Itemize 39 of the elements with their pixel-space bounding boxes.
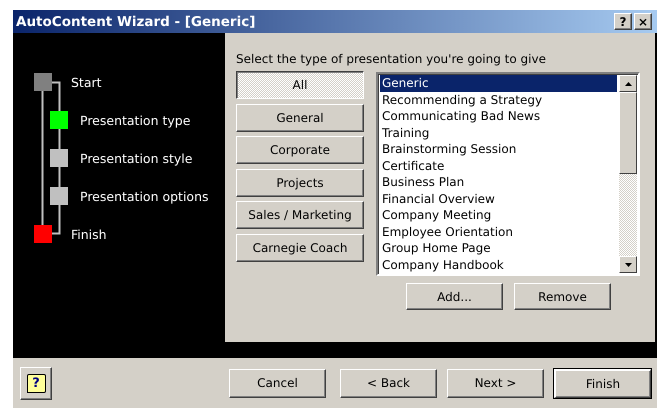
step-label: Presentation style [80,150,192,166]
scrollbar[interactable] [619,75,637,273]
list-item[interactable]: Generic [380,75,617,92]
step-label: Finish [71,226,107,242]
help-button[interactable]: ? [20,366,52,400]
category-button[interactable]: Projects [236,168,364,197]
step-label: Start [71,74,102,90]
wizard-button[interactable]: < Back [340,368,437,398]
list-item[interactable]: Company Meeting [380,207,617,224]
category-button[interactable]: Sales / Marketing [236,201,364,230]
wizard-button[interactable]: Next > [447,368,544,398]
prompt-text: Select the type of presentation you're going to give [236,52,547,66]
list-item[interactable]: Group Home Page [380,240,617,256]
step-label: Presentation type [80,112,190,128]
list-item[interactable]: Recommending a Strategy [380,92,617,108]
add-button[interactable]: Add... [406,283,503,310]
list-item[interactable]: Business Plan [380,174,617,190]
presentation-list[interactable]: Generic Recommending a Strategy Communicating Bad News Training Brainstorming Session Certificate Business Plan Financial Overview Company Meeting Employee Orientation Group Home Page Company Handbook [376,72,640,276]
list-item[interactable]: Communicating Bad News [380,108,617,124]
list-item[interactable]: Company Handbook [380,256,617,273]
category-button[interactable]: All [236,71,364,99]
remove-button[interactable]: Remove [514,283,611,310]
scroll-thumb[interactable] [619,92,637,174]
category-button[interactable]: General [236,104,364,132]
window-title: AutoContent Wizard - [Generic] [16,14,256,30]
category-button[interactable]: Carnegie Coach [236,234,364,262]
list-item[interactable]: Employee Orientation [380,224,617,240]
down-arrow-icon[interactable] [624,262,632,266]
wizard-button[interactable]: Cancel [229,368,326,398]
step-label: Presentation options [80,188,209,204]
help-title-button[interactable]: ? [614,13,632,30]
category-button[interactable]: Corporate [236,136,364,164]
list-item[interactable]: Training [380,124,617,141]
list-item[interactable]: Financial Overview [380,190,617,207]
list-item[interactable]: Brainstorming Session [380,141,617,158]
list-item[interactable]: Certificate [380,158,617,174]
close-button[interactable]: × [634,13,652,30]
up-arrow-icon[interactable] [624,82,632,86]
wizard-button[interactable]: Finish [554,368,651,398]
